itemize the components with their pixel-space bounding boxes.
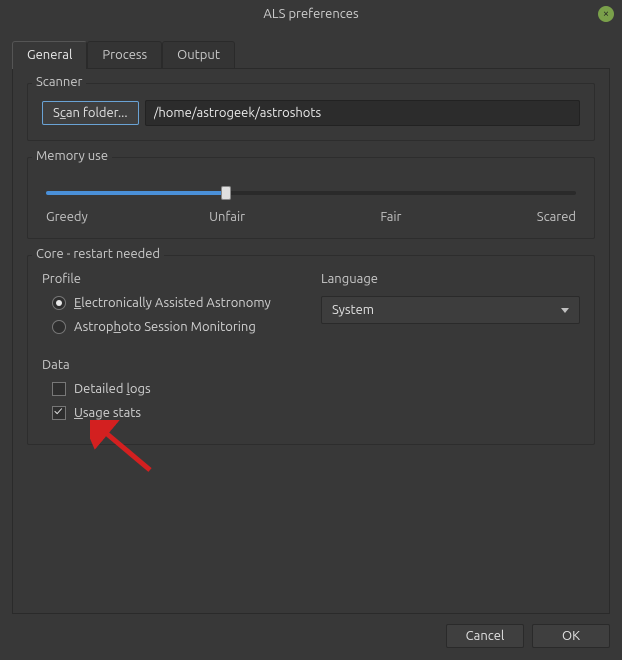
group-scanner: Scanner Scan folder... — [27, 83, 595, 141]
memory-slider: Greedy Unfair Fair Scared — [42, 174, 580, 224]
close-icon[interactable]: × — [598, 6, 614, 22]
checkbox-usage-stats[interactable]: Usage stats — [52, 406, 580, 420]
content-area: General Process Output Scanner Scan fold… — [0, 28, 622, 614]
tabstrip: General Process Output — [12, 40, 610, 69]
heading-language: Language — [321, 272, 580, 286]
checkbox-icon — [52, 406, 66, 420]
slider-label-scared: Scared — [537, 210, 576, 224]
scan-folder-path-input[interactable] — [145, 100, 580, 126]
radio-icon — [52, 296, 66, 310]
tab-process[interactable]: Process — [87, 41, 162, 69]
radio-label-session: Astrophoto Session Monitoring — [74, 320, 256, 334]
language-dropdown[interactable]: System — [321, 296, 580, 324]
legend-scanner: Scanner — [32, 75, 86, 89]
dialog-footer: Cancel OK — [0, 614, 622, 660]
slider-label-greedy: Greedy — [46, 210, 88, 224]
checkbox-detailed-logs[interactable]: Detailed logs — [52, 382, 580, 396]
checkbox-icon — [52, 382, 66, 396]
ok-button[interactable]: OK — [532, 624, 610, 648]
radio-session-monitoring[interactable]: Astrophoto Session Monitoring — [52, 320, 301, 334]
group-core: Core - restart needed Profile Electronic… — [27, 255, 595, 445]
slider-label-unfair: Unfair — [209, 210, 245, 224]
col-profile: Profile Electronically Assisted Astronom… — [42, 272, 301, 344]
slider-labels: Greedy Unfair Fair Scared — [46, 210, 576, 224]
radio-label-eaa: Electronically Assisted Astronomy — [74, 296, 271, 310]
core-two-col: Profile Electronically Assisted Astronom… — [42, 272, 580, 344]
legend-core: Core - restart needed — [32, 247, 164, 261]
preferences-window: ALS preferences × General Process Output… — [0, 0, 622, 660]
heading-data: Data — [42, 358, 580, 372]
radio-icon — [52, 320, 66, 334]
titlebar: ALS preferences × — [0, 0, 622, 28]
chevron-down-icon — [561, 308, 569, 313]
tab-page-general: Scanner Scan folder... Memory use Gree — [12, 69, 610, 614]
label-detailed-logs: Detailed logs — [74, 382, 151, 396]
heading-profile: Profile — [42, 272, 301, 286]
slider-track-fill — [46, 191, 226, 195]
group-memory: Memory use Greedy Unfair Fair Scared — [27, 157, 595, 239]
label-usage-stats: Usage stats — [74, 406, 141, 420]
slider-thumb[interactable] — [221, 186, 231, 200]
tab-general[interactable]: General — [12, 41, 87, 69]
annotation-arrow-icon — [90, 420, 160, 480]
slider-label-fair: Fair — [380, 210, 401, 224]
col-language: Language System — [321, 272, 580, 344]
legend-memory: Memory use — [32, 149, 112, 163]
window-title: ALS preferences — [263, 7, 358, 21]
scan-folder-button[interactable]: Scan folder... — [42, 101, 139, 125]
language-selected: System — [332, 303, 374, 317]
memory-slider-track[interactable] — [46, 184, 576, 202]
radio-eaa[interactable]: Electronically Assisted Astronomy — [52, 296, 301, 310]
cancel-button[interactable]: Cancel — [446, 624, 524, 648]
tab-output[interactable]: Output — [162, 41, 235, 69]
scan-row: Scan folder... — [42, 100, 580, 126]
